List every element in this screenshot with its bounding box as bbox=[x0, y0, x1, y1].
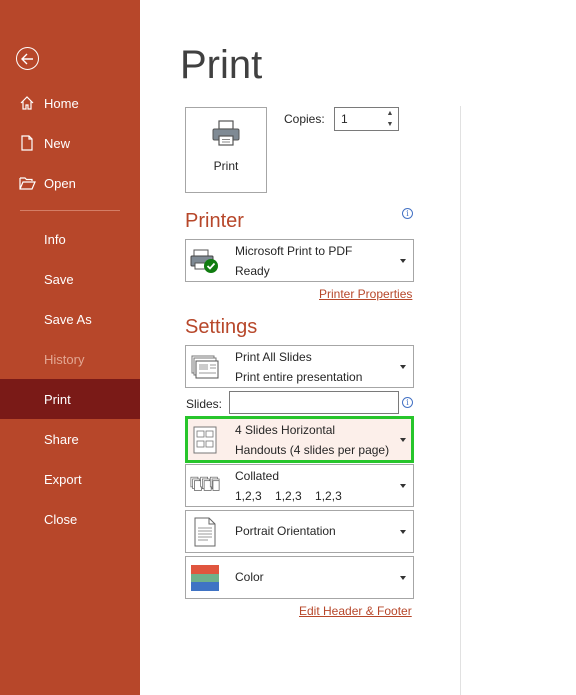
info-icon[interactable]: i bbox=[402, 208, 413, 219]
chevron-down-icon bbox=[400, 529, 406, 534]
sidebar-item-share[interactable]: Share bbox=[0, 419, 140, 459]
sidebar-item-label: History bbox=[44, 351, 85, 367]
sidebar-item-label: Save As bbox=[44, 311, 92, 327]
sidebar-item-print[interactable]: Print bbox=[0, 379, 140, 419]
edit-header-footer-link[interactable]: Edit Header & Footer bbox=[299, 604, 412, 618]
printer-icon bbox=[211, 120, 241, 151]
handout-layout-dropdown[interactable]: 4 Slides Horizontal Handouts (4 slides p… bbox=[185, 416, 414, 463]
sidebar-item-save-as[interactable]: Save As bbox=[0, 299, 140, 339]
color-dropdown[interactable]: Color bbox=[185, 556, 414, 599]
sidebar-item-save[interactable]: Save bbox=[0, 259, 140, 299]
sidebar-item-label: Close bbox=[44, 511, 78, 527]
chevron-down-icon bbox=[400, 258, 406, 263]
orientation-title: Portrait Orientation bbox=[235, 524, 336, 538]
chevron-down-icon bbox=[400, 437, 406, 442]
sidebar-item-label: Print bbox=[44, 391, 71, 407]
collation-subtitle: 1,2,3 1,2,3 1,2,3 bbox=[235, 489, 342, 503]
print-range-subtitle: Print entire presentation bbox=[235, 370, 363, 384]
handout-layout-title: 4 Slides Horizontal bbox=[235, 423, 336, 437]
print-button-label: Print bbox=[213, 159, 239, 173]
sidebar-item-label: Info bbox=[44, 231, 66, 247]
sidebar-item-close[interactable]: Close bbox=[0, 499, 140, 539]
sidebar-item-history: History bbox=[0, 339, 140, 379]
color-title: Color bbox=[235, 570, 264, 584]
color-swatch-icon bbox=[190, 563, 220, 593]
chevron-down-icon bbox=[400, 575, 406, 580]
copies-label: Copies: bbox=[284, 112, 325, 126]
chevron-down-icon bbox=[400, 483, 406, 488]
copies-value: 1 bbox=[341, 112, 348, 126]
slides-label: Slides: bbox=[186, 397, 223, 411]
handout-layout-icon bbox=[190, 425, 220, 455]
sidebar-item-new[interactable]: New bbox=[0, 123, 140, 163]
decrement-icon[interactable]: ▼ bbox=[382, 119, 398, 130]
printer-status: Ready bbox=[235, 264, 270, 278]
collated-icon bbox=[190, 471, 220, 501]
print-range-dropdown[interactable]: Print All Slides Print entire presentati… bbox=[185, 345, 414, 388]
handout-layout-subtitle: Handouts (4 slides per page) bbox=[235, 443, 390, 457]
pdf-printer-icon bbox=[190, 246, 220, 276]
sidebar-item-label: Save bbox=[44, 271, 74, 287]
home-icon bbox=[18, 94, 36, 112]
sidebar-item-export[interactable]: Export bbox=[0, 459, 140, 499]
sidebar-item-open[interactable]: Open bbox=[0, 163, 140, 203]
sidebar-item-label: New bbox=[44, 135, 71, 151]
sidebar-item-info[interactable]: Info bbox=[0, 219, 140, 259]
copies-spinner[interactable]: ▲ ▼ bbox=[382, 108, 398, 130]
info-icon[interactable]: i bbox=[402, 397, 413, 408]
back-arrow-icon[interactable] bbox=[16, 47, 39, 70]
sidebar-item-home[interactable]: Home bbox=[0, 83, 140, 123]
print-range-title: Print All Slides bbox=[235, 350, 312, 364]
backstage-sidebar: Home New Open Info Save Save As History … bbox=[0, 0, 140, 695]
slides-input[interactable] bbox=[229, 391, 399, 414]
portrait-page-icon bbox=[190, 517, 220, 547]
open-folder-icon bbox=[18, 174, 36, 192]
sidebar-item-label: Home bbox=[44, 95, 79, 111]
sidebar-item-label: Open bbox=[44, 175, 76, 191]
preview-divider bbox=[460, 106, 461, 695]
increment-icon[interactable]: ▲ bbox=[382, 108, 398, 119]
orientation-dropdown[interactable]: Portrait Orientation bbox=[185, 510, 414, 553]
collation-dropdown[interactable]: Collated 1,2,3 1,2,3 1,2,3 bbox=[185, 464, 414, 507]
printer-heading: Printer bbox=[185, 210, 244, 232]
printer-name: Microsoft Print to PDF bbox=[235, 244, 353, 258]
chevron-down-icon bbox=[400, 364, 406, 369]
sidebar-item-label: Export bbox=[44, 471, 82, 487]
sidebar-item-label: Share bbox=[44, 431, 79, 447]
sidebar-divider bbox=[20, 210, 120, 211]
copies-stepper[interactable]: 1 ▲ ▼ bbox=[334, 107, 399, 131]
new-document-icon bbox=[18, 134, 36, 152]
printer-dropdown[interactable]: Microsoft Print to PDF Ready bbox=[185, 239, 414, 282]
print-button[interactable]: Print bbox=[185, 107, 267, 193]
page-title: Print bbox=[180, 43, 263, 87]
collation-title: Collated bbox=[235, 469, 280, 483]
all-slides-icon bbox=[190, 352, 220, 382]
settings-heading: Settings bbox=[185, 316, 258, 338]
printer-properties-link[interactable]: Printer Properties bbox=[319, 287, 412, 301]
